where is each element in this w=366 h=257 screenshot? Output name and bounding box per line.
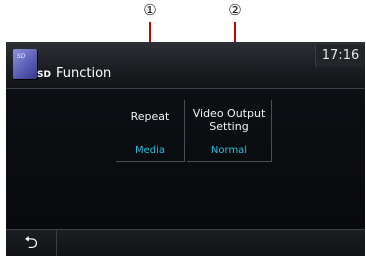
footer-bar: ⮌ <box>6 229 365 256</box>
repeat-value: Media <box>134 145 166 156</box>
video-output-setting-button[interactable]: Video Output Setting Normal <box>187 100 272 162</box>
back-arrow-icon: ⮌ <box>24 233 38 253</box>
function-menu: Repeat Media Video Output Setting Normal <box>6 89 365 229</box>
back-button[interactable]: ⮌ <box>6 230 57 256</box>
sd-card-icon-text: SD <box>17 53 26 60</box>
page-title: Function <box>56 66 112 81</box>
source-label: SD <box>37 70 51 80</box>
callout-2: ② <box>228 1 242 19</box>
repeat-label: Repeat <box>130 110 170 123</box>
clock-display: 17:16 <box>315 45 365 67</box>
video-output-setting-value: Normal <box>210 145 248 156</box>
sd-card-icon: SD <box>13 49 37 79</box>
device-screen: SD SD Function 17:16 Repeat Media Video … <box>6 42 365 256</box>
header-bar: SD SD Function 17:16 <box>6 42 365 89</box>
repeat-button[interactable]: Repeat Media <box>116 100 185 162</box>
video-output-setting-label: Video Output Setting <box>192 107 266 133</box>
callout-1: ① <box>143 1 157 19</box>
